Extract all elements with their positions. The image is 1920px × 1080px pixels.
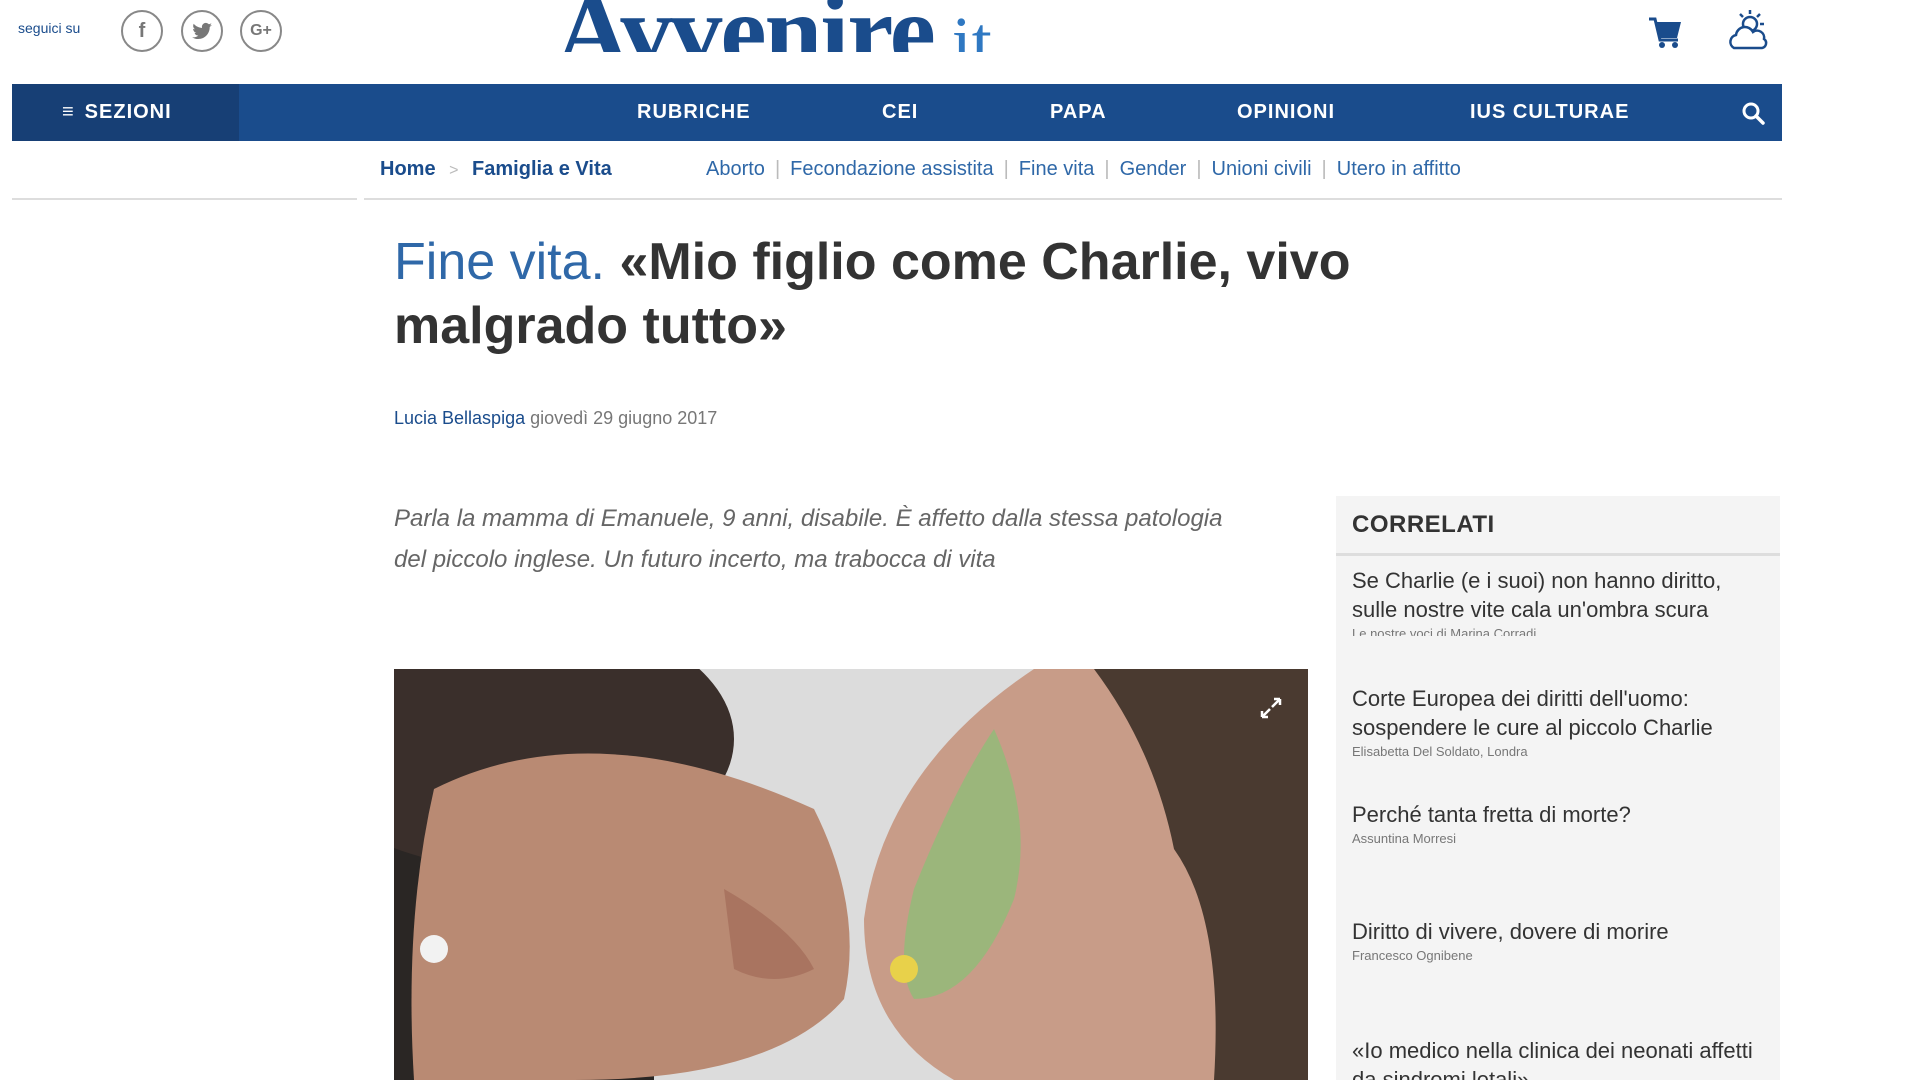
article-headline: Fine vita. «Mio figlio come Charlie, viv… (394, 230, 1374, 358)
related-item[interactable]: «Io medico nella clinica dei neonati aff… (1352, 1036, 1772, 1080)
publish-date: giovedì 29 giugno 2017 (530, 408, 718, 428)
related-item[interactable]: Se Charlie (e i suoi) non hanno diritto,… (1352, 566, 1772, 636)
sections-label: SEZIONI (84, 101, 172, 123)
facebook-icon[interactable]: f (121, 10, 163, 52)
google-plus-icon[interactable]: G+ (240, 10, 282, 52)
site-logo[interactable]: Avvenire.it (555, 0, 992, 52)
nav-item-rubriche[interactable]: RUBRICHE (637, 84, 751, 141)
tag-utero-in-affitto[interactable]: Utero in affitto (1337, 158, 1461, 180)
breadcrumb-separator: > (449, 162, 459, 179)
breadcrumb-home[interactable]: Home (380, 158, 436, 180)
tag-divider: | (1003, 158, 1009, 180)
hamburger-icon: ≡ (62, 101, 75, 123)
divider (364, 198, 1782, 200)
tag-gender[interactable]: Gender (1120, 158, 1187, 180)
logo-main: Avvenire (555, 0, 936, 52)
related-author: Francesco Ognibene (1352, 948, 1473, 963)
tag-aborto[interactable]: Aborto (706, 158, 765, 180)
related-author: Assuntina Morresi (1352, 831, 1457, 846)
expand-icon[interactable] (1256, 693, 1286, 723)
breadcrumb-category[interactable]: Famiglia e Vita (472, 158, 612, 180)
headline-kicker: Fine vita. (394, 233, 605, 291)
tag-fecondazione-assistita[interactable]: Fecondazione assistita (790, 158, 993, 180)
cart-icon[interactable] (1645, 12, 1685, 52)
topic-tags: Aborto | Fecondazione assistita | Fine vita |… (706, 158, 1461, 181)
sidebar-title: CORRELATI (1336, 496, 1780, 556)
tag-divider: | (1196, 158, 1202, 180)
divider (12, 198, 357, 200)
related-title: «Io medico nella clinica dei neonati aff… (1352, 1038, 1753, 1080)
sections-menu-button[interactable]: ≡ SEZIONI (12, 84, 239, 141)
byline: Lucia Bellaspiga giovedì 29 giugno 2017 (394, 408, 717, 429)
related-item[interactable]: Perché tanta fretta di morte? Assuntina … (1352, 800, 1772, 846)
related-author: Elisabetta Del Soldato, Londra (1352, 744, 1528, 759)
article-summary: Parla la mamma di Emanuele, 9 anni, disa… (394, 505, 1223, 573)
tag-fine-vita[interactable]: Fine vita (1019, 158, 1095, 180)
nav-item-cei[interactable]: CEI (882, 84, 918, 141)
related-item[interactable]: Diritto di vivere, dovere di morire Fran… (1352, 917, 1772, 963)
photo-illustration (394, 669, 1308, 1080)
article-photo[interactable] (394, 669, 1308, 1080)
related-sidebar: CORRELATI Se Charlie (e i suoi) non hann… (1336, 496, 1780, 1080)
top-bar: seguici su f G+ Avvenire.it (0, 0, 1920, 84)
logo-tld: .it (933, 2, 992, 52)
related-author: Le nostre voci di Marina Corradi (1352, 626, 1537, 636)
related-title: Se Charlie (e i suoi) non hanno diritto,… (1352, 568, 1722, 622)
author-link[interactable]: Lucia Bellaspiga (394, 408, 525, 428)
main-nav: ≡ SEZIONI RUBRICHE CEI PAPA OPINIONI IUS… (12, 84, 1782, 141)
nav-item-papa[interactable]: PAPA (1050, 84, 1107, 141)
tag-divider: | (774, 158, 781, 180)
related-title: Corte Europea dei diritti dell'uomo: sos… (1352, 686, 1713, 740)
related-item[interactable]: Corte Europea dei diritti dell'uomo: sos… (1352, 684, 1772, 759)
twitter-icon[interactable] (181, 10, 223, 52)
nav-item-opinioni[interactable]: OPINIONI (1237, 84, 1335, 141)
tag-divider: | (1104, 158, 1110, 180)
breadcrumb: Home > Famiglia e Vita (380, 158, 612, 181)
tag-divider: | (1321, 158, 1327, 180)
related-title: Diritto di vivere, dovere di morire (1352, 919, 1669, 944)
nav-item-ius-culturae[interactable]: IUS CULTURAE (1470, 84, 1629, 141)
follow-label: seguici su (18, 20, 81, 36)
related-title: Perché tanta fretta di morte? (1352, 802, 1631, 827)
tag-unioni-civili[interactable]: Unioni civili (1212, 158, 1312, 180)
weather-icon[interactable] (1724, 8, 1772, 56)
search-icon[interactable] (1740, 100, 1766, 126)
